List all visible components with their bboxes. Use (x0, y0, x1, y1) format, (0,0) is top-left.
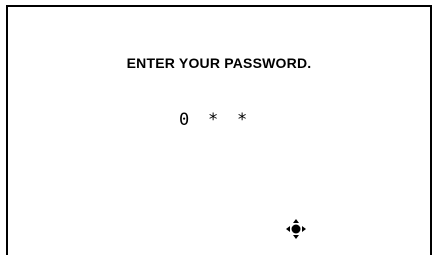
four-way-navigation-icon (286, 219, 306, 239)
password-digit-3[interactable]: * (237, 110, 266, 130)
password-screen: ENTER YOUR PASSWORD. 0 * * (6, 5, 432, 255)
password-entry[interactable]: 0 * * (179, 110, 266, 130)
password-digit-1[interactable]: 0 (179, 110, 208, 130)
password-prompt: ENTER YOUR PASSWORD. (126, 55, 312, 71)
password-digit-2[interactable]: * (208, 110, 237, 130)
